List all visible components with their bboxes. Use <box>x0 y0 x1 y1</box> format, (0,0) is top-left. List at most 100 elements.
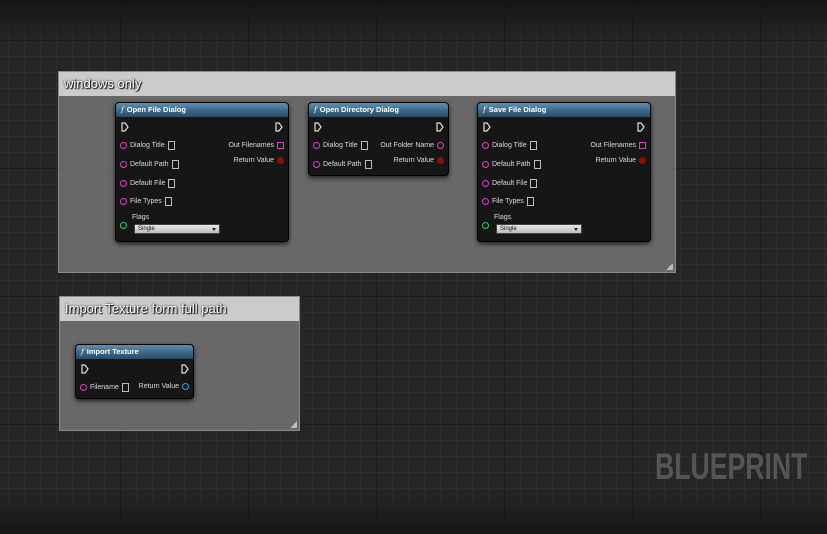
text-input-box[interactable] <box>360 140 368 150</box>
comment-title[interactable]: Import Texture form full path <box>60 297 299 321</box>
input-pin-flags[interactable] <box>120 220 127 230</box>
output-pin-return-value[interactable]: Return Value <box>231 155 284 165</box>
pin-label: Default File <box>492 179 528 187</box>
node-header[interactable]: f Import Texture <box>76 345 193 359</box>
string-pin-icon[interactable] <box>313 141 320 149</box>
pin-label: Dialog Title <box>130 141 165 149</box>
pin-label: Out Filenames <box>590 141 636 149</box>
blueprint-watermark: BLUEPRINT <box>655 446 808 487</box>
exec-out-pin-icon[interactable] <box>181 364 189 374</box>
node-header[interactable]: f Open File Dialog <box>116 103 288 117</box>
pin-label: Default Path <box>130 160 169 168</box>
text-input-box[interactable] <box>171 159 179 169</box>
output-pin-out-folder-name[interactable]: Out Folder Name <box>377 140 444 150</box>
flags-label: Flags <box>132 214 150 221</box>
node-open-file-dialog[interactable]: f Open File Dialog Dialog Title Default P… <box>115 102 289 242</box>
function-f-icon: f <box>483 105 486 114</box>
text-input-box[interactable] <box>530 178 538 188</box>
function-f-icon: f <box>121 105 124 114</box>
flags-dropdown[interactable]: Single <box>134 224 220 234</box>
output-pin-return-value[interactable]: Return Value <box>136 381 189 391</box>
string-pin-icon[interactable] <box>482 179 489 187</box>
text-input-box[interactable] <box>364 159 372 169</box>
pin-label: Dialog Title <box>492 141 527 149</box>
pin-label: Default Path <box>323 160 362 168</box>
dropdown-value: Single <box>500 226 517 232</box>
string-pin-icon[interactable] <box>120 179 127 187</box>
string-pin-icon[interactable] <box>482 141 489 149</box>
text-input-box[interactable] <box>533 159 541 169</box>
output-pin-return-value[interactable]: Return Value <box>391 155 444 165</box>
text-input-box[interactable] <box>167 140 175 150</box>
pin-label: Return Value <box>393 156 434 164</box>
pin-label: File Types <box>492 197 524 205</box>
pin-label: Return Value <box>233 156 274 164</box>
text-input-box[interactable] <box>529 140 537 150</box>
byte-pin-icon[interactable] <box>120 221 127 229</box>
chevron-down-icon <box>212 228 216 231</box>
string-pin-icon[interactable] <box>80 383 87 391</box>
input-pin-dialog-title[interactable]: Dialog Title <box>482 140 537 150</box>
pin-label: Dialog Title <box>323 141 358 149</box>
pin-label: Out Filenames <box>228 141 274 149</box>
node-title: Import Texture <box>86 347 139 356</box>
node-title: Open Directory Dialog <box>319 105 399 114</box>
text-input-box[interactable] <box>526 196 534 206</box>
exec-in-pin-icon[interactable] <box>121 122 129 132</box>
input-pin-filename[interactable]: Filename <box>80 382 129 392</box>
bool-pin-icon[interactable] <box>437 156 444 164</box>
array-pin-icon[interactable] <box>639 141 646 149</box>
exec-in-pin-icon[interactable] <box>314 122 322 132</box>
input-pin-default-file[interactable]: Default File <box>120 178 176 188</box>
comment-title[interactable]: windows only <box>59 72 675 96</box>
string-pin-icon[interactable] <box>437 141 444 149</box>
string-pin-icon[interactable] <box>120 160 127 168</box>
input-pin-default-path[interactable]: Default Path <box>482 159 541 169</box>
input-pin-dialog-title[interactable]: Dialog Title <box>313 140 368 150</box>
function-f-icon: f <box>81 347 84 356</box>
text-input-box[interactable] <box>164 196 172 206</box>
pin-label: Return Value <box>138 382 179 390</box>
bool-pin-icon[interactable] <box>639 156 646 164</box>
flags-dropdown[interactable]: Single <box>496 224 582 234</box>
input-pin-default-path[interactable]: Default Path <box>120 159 179 169</box>
object-pin-icon[interactable] <box>182 382 189 390</box>
pin-label: Return Value <box>595 156 636 164</box>
node-title: Save File Dialog <box>488 105 547 114</box>
string-pin-icon[interactable] <box>120 197 127 205</box>
resize-handle-icon[interactable] <box>290 421 297 428</box>
input-pin-flags[interactable] <box>482 220 489 230</box>
chevron-down-icon <box>574 228 578 231</box>
array-pin-icon[interactable] <box>277 141 284 149</box>
node-title: Open File Dialog <box>126 105 186 114</box>
flags-label: Flags <box>494 214 512 221</box>
input-pin-default-path[interactable]: Default Path <box>313 159 372 169</box>
input-pin-dialog-title[interactable]: Dialog Title <box>120 140 175 150</box>
exec-out-pin-icon[interactable] <box>436 122 444 132</box>
input-pin-file-types[interactable]: File Types <box>120 196 172 206</box>
exec-in-pin-icon[interactable] <box>81 364 89 374</box>
string-pin-icon[interactable] <box>482 197 489 205</box>
exec-out-pin-icon[interactable] <box>275 122 283 132</box>
text-input-box[interactable] <box>168 178 176 188</box>
output-pin-out-filenames[interactable]: Out Filenames <box>587 140 646 150</box>
node-header[interactable]: f Save File Dialog <box>478 103 650 117</box>
string-pin-icon[interactable] <box>313 160 320 168</box>
string-pin-icon[interactable] <box>482 160 489 168</box>
resize-handle-icon[interactable] <box>666 263 673 270</box>
exec-in-pin-icon[interactable] <box>483 122 491 132</box>
byte-pin-icon[interactable] <box>482 221 489 229</box>
node-open-directory-dialog[interactable]: f Open Directory Dialog Dialog Title Defa… <box>308 102 449 176</box>
output-pin-return-value[interactable]: Return Value <box>593 155 646 165</box>
input-pin-default-file[interactable]: Default File <box>482 178 538 188</box>
node-save-file-dialog[interactable]: f Save File Dialog Dialog Title Default P… <box>477 102 651 242</box>
bool-pin-icon[interactable] <box>277 156 284 164</box>
dropdown-value: Single <box>138 226 155 232</box>
text-input-box[interactable] <box>121 382 129 392</box>
node-import-texture[interactable]: f Import Texture Filename Return Value <box>75 344 194 399</box>
string-pin-icon[interactable] <box>120 141 127 149</box>
input-pin-file-types[interactable]: File Types <box>482 196 534 206</box>
exec-out-pin-icon[interactable] <box>637 122 645 132</box>
node-header[interactable]: f Open Directory Dialog <box>309 103 448 117</box>
output-pin-out-filenames[interactable]: Out Filenames <box>225 140 284 150</box>
